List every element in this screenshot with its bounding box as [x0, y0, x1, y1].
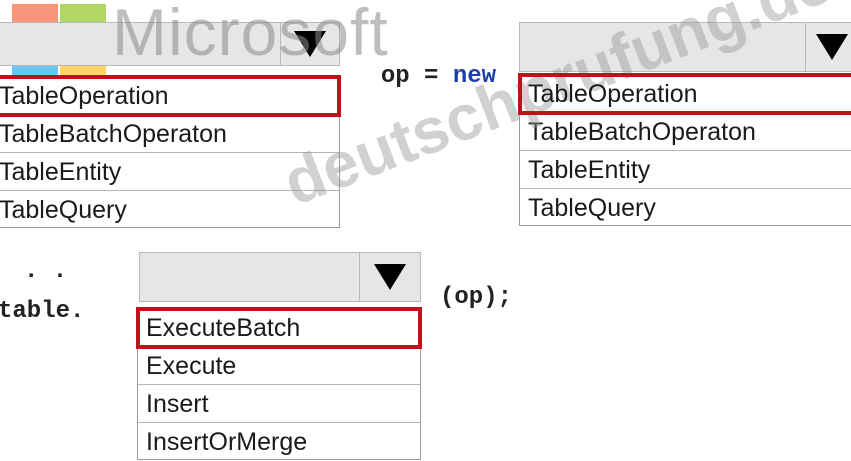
dropdown-3-option[interactable]: InsertOrMerge — [138, 423, 420, 461]
dropdown-2-toggle[interactable] — [805, 23, 851, 71]
code-call-args: (op); — [440, 284, 513, 311]
dropdown-3-combo[interactable] — [139, 252, 421, 302]
dropdown-2-option[interactable]: TableEntity — [520, 151, 851, 189]
dropdown-1-option[interactable]: TableQuery — [0, 191, 339, 229]
dropdown-1-option[interactable]: TableOperation — [0, 75, 341, 117]
dropdown-3-options: ExecuteBatch Execute Insert InsertOrMerg… — [136, 307, 422, 461]
dropdown-2-option[interactable]: TableBatchOperaton — [520, 113, 851, 151]
dropdown-2-option[interactable]: TableQuery — [520, 189, 851, 227]
dropdown-3-toggle[interactable] — [359, 253, 420, 301]
dropdown-3-option[interactable]: Execute — [138, 347, 420, 385]
watermark-brand: Microsoft — [112, 0, 389, 69]
code-table-prefix: table. — [0, 298, 85, 325]
chevron-down-icon — [374, 264, 406, 290]
dropdown-3-option[interactable]: ExecuteBatch — [136, 307, 422, 349]
dropdown-2-option[interactable]: TableOperation — [518, 73, 851, 115]
chevron-down-icon — [816, 34, 848, 60]
code-ellipsis: . . — [24, 258, 68, 285]
dropdown-2-options: TableOperation TableBatchOperaton TableE… — [518, 73, 851, 227]
dropdown-3-option[interactable]: Insert — [138, 385, 420, 423]
